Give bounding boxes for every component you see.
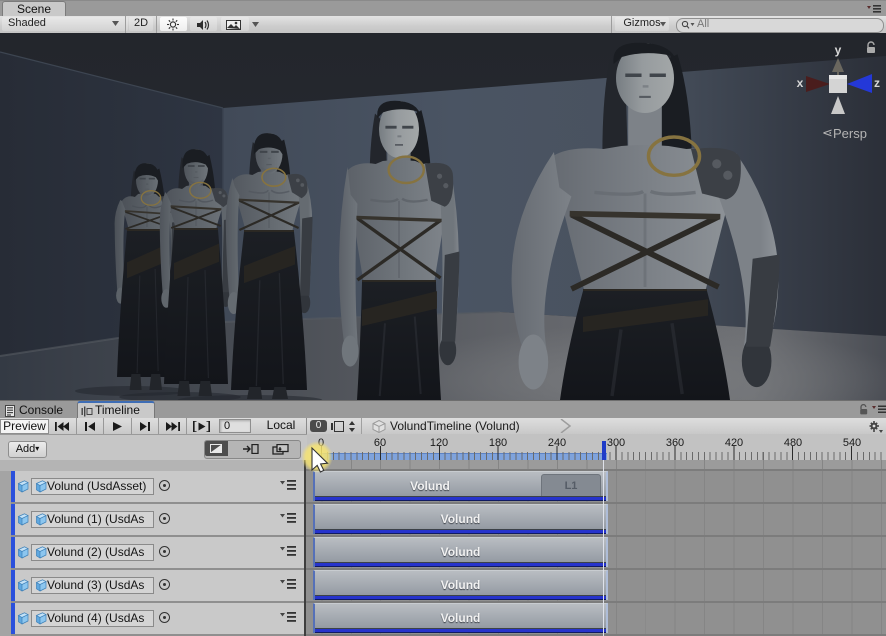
svg-text:⋖: ⋖ <box>822 125 833 140</box>
svg-text:z: z <box>874 76 880 90</box>
svg-text:Persp: Persp <box>833 126 867 141</box>
svg-text:y: y <box>835 43 842 57</box>
svg-text:x: x <box>797 76 804 90</box>
